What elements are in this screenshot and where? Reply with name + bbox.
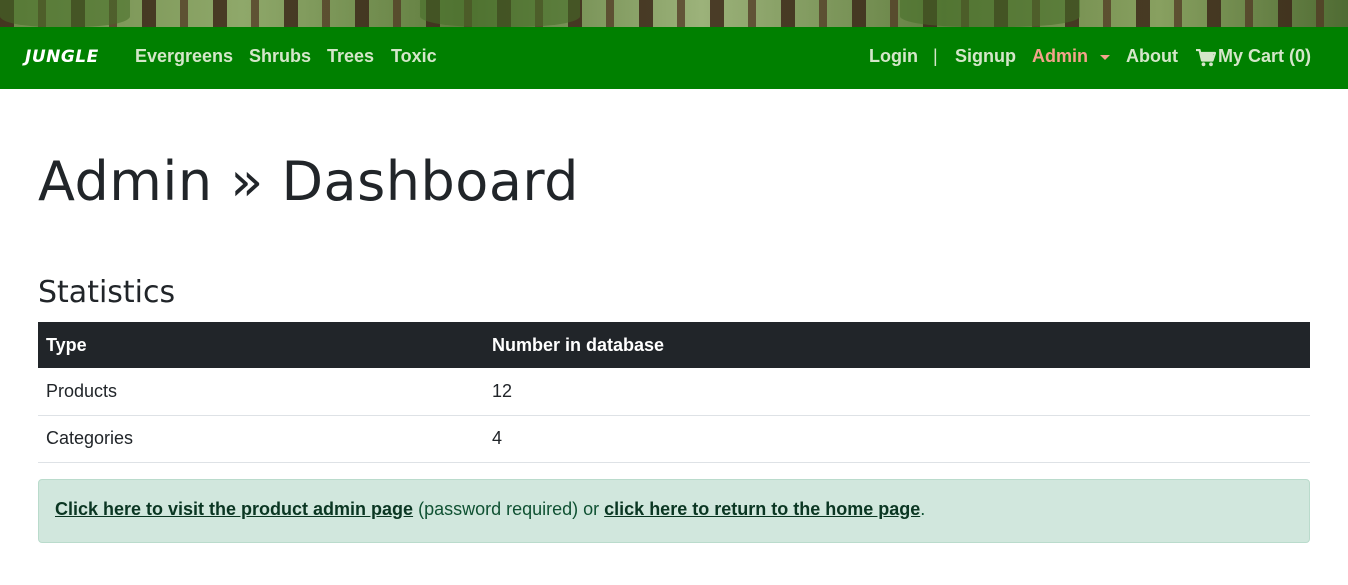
statistics-heading: Statistics xyxy=(38,275,176,310)
product-admin-link[interactable]: Click here to visit the product admin pa… xyxy=(55,499,413,519)
table-row: Categories 4 xyxy=(38,415,1310,463)
nav-link-cart[interactable]: My Cart (0) xyxy=(1218,46,1311,67)
shopping-cart-icon[interactable] xyxy=(1196,49,1216,67)
alert-end-text: . xyxy=(920,499,926,519)
nav-link-trees[interactable]: Trees xyxy=(327,46,374,67)
table-row: Products 12 xyxy=(38,368,1310,416)
banner-foliage xyxy=(900,0,1080,27)
home-page-link[interactable]: click here to return to the home page xyxy=(604,499,920,519)
column-header-type: Type xyxy=(38,322,484,368)
alert-middle-text: (password required) or xyxy=(413,499,605,519)
banner-foliage xyxy=(420,0,580,27)
top-navbar: JUNGLE Evergreens Shrubs Trees Toxic Log… xyxy=(0,27,1348,89)
page-title: Admin » Dashboard xyxy=(38,150,579,213)
nav-link-shrubs[interactable]: Shrubs xyxy=(249,46,311,67)
nav-link-evergreens[interactable]: Evergreens xyxy=(135,46,233,67)
nav-link-login[interactable]: Login xyxy=(869,46,918,67)
forest-banner xyxy=(0,0,1348,27)
table-cell-type: Categories xyxy=(38,415,484,463)
caret-down-icon[interactable] xyxy=(1100,55,1110,60)
brand-logo[interactable]: JUNGLE xyxy=(25,47,99,67)
statistics-table: Type Number in database Products 12 Cate… xyxy=(38,322,1310,463)
nav-link-toxic[interactable]: Toxic xyxy=(391,46,437,67)
table-header-row: Type Number in database xyxy=(38,322,1310,368)
info-alert: Click here to visit the product admin pa… xyxy=(38,479,1310,543)
nav-link-about[interactable]: About xyxy=(1126,46,1178,67)
table-cell-count: 4 xyxy=(484,415,1310,463)
column-header-count: Number in database xyxy=(484,322,1310,368)
nav-link-signup[interactable]: Signup xyxy=(955,46,1016,67)
table-cell-type: Products xyxy=(38,368,484,416)
nav-link-admin-dropdown[interactable]: Admin xyxy=(1032,46,1088,67)
banner-foliage xyxy=(0,0,130,27)
table-cell-count: 12 xyxy=(484,368,1310,416)
nav-separator: | xyxy=(933,46,938,66)
